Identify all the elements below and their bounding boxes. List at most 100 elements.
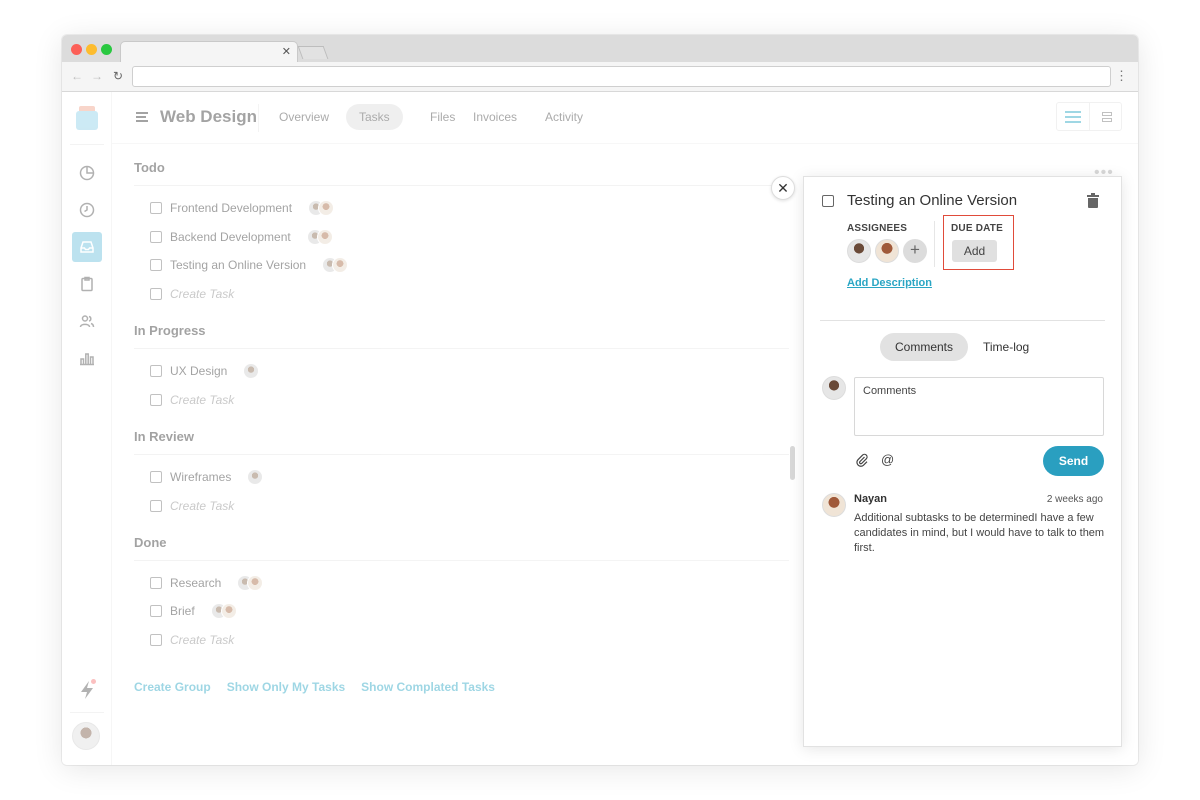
user-avatar[interactable] <box>72 722 100 750</box>
bar-chart-icon <box>80 353 94 366</box>
avatar <box>316 229 333 245</box>
browser-tab[interactable]: ✕ <box>120 41 298 63</box>
board-footer-links: Create Group Show Only My Tasks Show Com… <box>134 680 495 694</box>
add-due-date-button[interactable]: Add <box>952 240 997 262</box>
list-view-button[interactable] <box>1057 103 1090 130</box>
sidebar-item-tasks[interactable] <box>72 269 102 299</box>
task-assignees <box>243 363 260 379</box>
group-divider <box>134 454 789 455</box>
task-label: UX Design <box>170 364 228 378</box>
tab-close-icon[interactable]: ✕ <box>282 45 291 58</box>
tab-overview[interactable]: Overview <box>266 104 342 130</box>
sidebar-item-time[interactable] <box>72 195 102 225</box>
create-task-placeholder[interactable]: Create Task <box>170 287 234 301</box>
task-row[interactable]: Backend Development <box>150 227 333 247</box>
browser-titlebar: ✕ <box>62 35 1138 63</box>
tab-comments[interactable]: Comments <box>880 333 969 361</box>
comment-timestamp: 2 weeks ago <box>1046 494 1103 505</box>
paperclip-icon <box>856 453 868 467</box>
forward-icon[interactable]: → <box>91 69 103 83</box>
group-title-in-review: In Review <box>134 429 194 444</box>
notification-dot <box>91 679 96 684</box>
task-checkbox <box>150 394 162 406</box>
sidebar <box>62 92 112 765</box>
board-scrollbar[interactable] <box>790 446 795 480</box>
card-view-button[interactable] <box>1090 103 1123 130</box>
task-board: Todo Frontend Development Backend Develo… <box>134 144 794 765</box>
create-task-row[interactable]: Create Task <box>150 630 234 650</box>
task-row[interactable]: Research <box>150 573 264 593</box>
sidebar-item-reports[interactable] <box>72 343 102 373</box>
new-tab-button[interactable] <box>297 46 329 59</box>
task-assignees <box>210 603 237 619</box>
maximize-window-button[interactable] <box>101 44 112 55</box>
close-panel-button[interactable]: ✕ <box>771 176 795 200</box>
show-my-tasks-link[interactable]: Show Only My Tasks <box>227 680 345 694</box>
delete-task-button[interactable] <box>1087 193 1099 208</box>
avatar <box>220 603 237 619</box>
create-task-row[interactable]: Create Task <box>150 496 234 516</box>
create-task-row[interactable]: Create Task <box>150 390 234 410</box>
assignee-avatar[interactable] <box>875 239 899 263</box>
close-icon: ✕ <box>777 179 789 196</box>
task-checkbox[interactable] <box>150 259 162 271</box>
sidebar-item-people[interactable] <box>72 306 102 336</box>
task-checkbox[interactable] <box>150 471 162 483</box>
panel-divider <box>934 221 935 267</box>
create-task-placeholder[interactable]: Create Task <box>170 393 234 407</box>
create-task-placeholder[interactable]: Create Task <box>170 499 234 513</box>
group-title-in-progress: In Progress <box>134 323 206 338</box>
task-row[interactable]: Brief <box>150 601 237 621</box>
reload-icon[interactable]: ↻ <box>113 69 123 83</box>
create-task-row[interactable]: Create Task <box>150 284 234 304</box>
task-title[interactable]: Testing an Online Version <box>847 192 1017 209</box>
task-assignees <box>237 575 264 591</box>
tab-time-log[interactable]: Time-log <box>968 333 1044 361</box>
assignee-avatar[interactable] <box>847 239 871 263</box>
comment-input[interactable] <box>854 377 1104 436</box>
header-divider <box>258 104 259 132</box>
group-divider <box>134 348 789 349</box>
show-completed-tasks-link[interactable]: Show Complated Tasks <box>361 680 495 694</box>
plus-icon: + <box>910 240 920 259</box>
send-button[interactable]: Send <box>1043 446 1104 476</box>
task-checkbox[interactable] <box>150 605 162 617</box>
activity-bolt-icon[interactable] <box>79 679 96 700</box>
close-window-button[interactable] <box>71 44 82 55</box>
comment-author-avatar <box>822 493 846 517</box>
task-checkbox[interactable] <box>150 202 162 214</box>
avatar <box>332 257 349 273</box>
browser-navbar: ← → ↻ ⋮ <box>62 62 1138 92</box>
task-checkbox[interactable] <box>150 577 162 589</box>
task-row[interactable]: UX Design <box>150 361 260 381</box>
sidebar-item-dashboard[interactable] <box>72 158 102 188</box>
task-row[interactable]: Wireframes <box>150 467 264 487</box>
task-complete-checkbox[interactable] <box>822 195 834 207</box>
task-label: Wireframes <box>170 470 232 484</box>
task-checkbox[interactable] <box>150 365 162 377</box>
address-bar[interactable] <box>132 66 1111 87</box>
avatar <box>247 575 264 591</box>
sidebar-divider <box>70 144 104 145</box>
add-description-link[interactable]: Add Description <box>847 277 932 289</box>
tab-activity[interactable]: Activity <box>532 104 596 130</box>
task-checkbox[interactable] <box>150 231 162 243</box>
create-group-link[interactable]: Create Group <box>134 680 211 694</box>
app-logo[interactable] <box>76 106 98 130</box>
create-task-placeholder[interactable]: Create Task <box>170 633 234 647</box>
task-row[interactable]: Frontend Development <box>150 198 335 218</box>
pie-chart-icon <box>79 165 95 181</box>
back-icon[interactable]: ← <box>71 69 83 83</box>
tab-tasks[interactable]: Tasks <box>346 104 403 130</box>
inbox-icon <box>80 241 94 253</box>
browser-menu-icon[interactable]: ⋮ <box>1115 68 1128 84</box>
task-assignees <box>306 229 333 245</box>
hamburger-menu-icon[interactable] <box>136 112 148 122</box>
attachment-button[interactable] <box>855 453 869 467</box>
mention-at-icon[interactable]: @ <box>881 452 894 467</box>
minimize-window-button[interactable] <box>86 44 97 55</box>
add-assignee-button[interactable]: + <box>903 239 927 263</box>
task-row[interactable]: Testing an Online Version <box>150 255 349 275</box>
sidebar-item-projects[interactable] <box>72 232 102 262</box>
tab-invoices[interactable]: Invoices <box>460 104 530 130</box>
